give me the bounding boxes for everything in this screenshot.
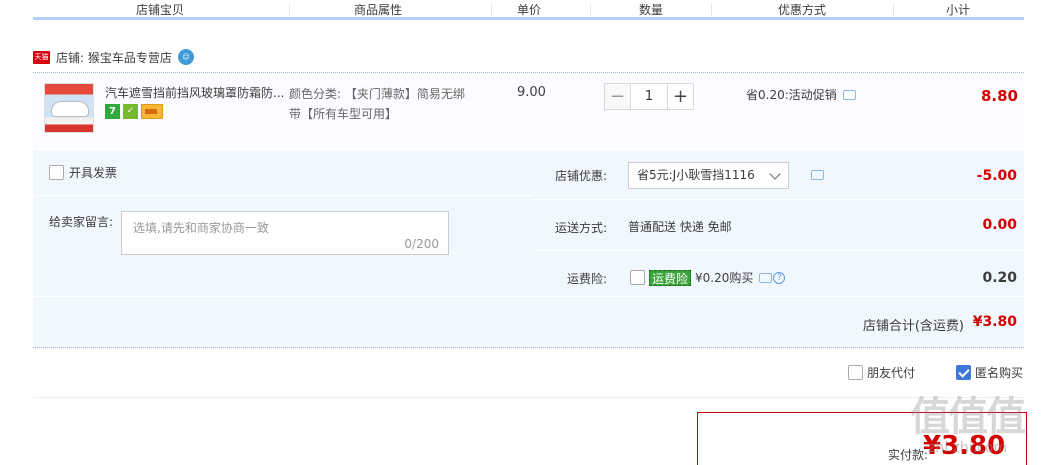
insurance-checkbox[interactable] (630, 270, 645, 285)
tmall-badge-icon: 天猫 (33, 50, 50, 64)
col-separator (491, 4, 492, 16)
increase-quantity-button[interactable]: + (667, 83, 694, 110)
col-props: 商品属性 (354, 3, 403, 17)
quantity-input[interactable] (631, 83, 667, 110)
shop-total-amount: ¥3.80 (972, 314, 1017, 330)
order-details-panel: 开具发票 给卖家留言: 选填,请先和商家协商一致 0/200 店铺优惠: 省5元… (33, 150, 1024, 348)
shipping-amount: 0.00 (982, 217, 1017, 233)
help-icon[interactable]: ? (773, 271, 786, 284)
shop-header: 天猫 店铺: 猴宝车品专营店 ☺ (33, 48, 194, 66)
product-thumbnail[interactable] (44, 83, 94, 133)
friend-pay-option[interactable]: 朋友代付 (848, 364, 915, 381)
product-properties: 颜色分类: 【夹门薄款】简易无绑 带【所有车型可用】 (289, 84, 475, 124)
shop-coupon-select[interactable]: 省5元:J小耿雪挡1116 (628, 162, 789, 189)
invoice-option[interactable]: 开具发票 (49, 164, 117, 181)
message-icon[interactable] (811, 170, 824, 180)
decrease-quantity-button[interactable]: − (604, 83, 631, 110)
row-divider (33, 195, 534, 196)
props-line: 带【所有车型可用】 (289, 107, 398, 121)
promotion: 省0.20:活动促销 (746, 86, 856, 103)
watermark-site: zhi.zhi.com (928, 440, 1008, 456)
col-subtotal: 小计 (946, 3, 971, 17)
insurance-option: 运费险 ¥0.20购买 ? (630, 269, 786, 286)
invoice-label: 开具发票 (69, 166, 118, 180)
watermark-logo: 值值值 (910, 394, 1026, 440)
insurance-tag: 运费险 (649, 269, 692, 286)
seven-day-return-icon: 7 (105, 104, 120, 119)
wangwang-chat-icon[interactable]: ☺ (177, 49, 194, 65)
promotion-text: 省0.20:活动促销 (746, 88, 837, 102)
anonymous-label: 匿名购买 (975, 366, 1024, 380)
section-divider (33, 397, 1024, 398)
coupon-selected-value: 省5元:J小耿雪挡1116 (637, 168, 755, 182)
row-divider (534, 199, 1024, 200)
message-icon[interactable] (842, 89, 856, 100)
seller-note-label: 给卖家留言: (49, 215, 114, 229)
credit-card-icon (141, 104, 163, 119)
car-image (51, 101, 89, 117)
col-separator (711, 4, 712, 16)
col-separator (893, 4, 894, 16)
insurance-price: ¥0.20购买 (695, 271, 754, 285)
friend-pay-label: 朋友代付 (867, 366, 916, 380)
props-line: 颜色分类: 【夹门薄款】简易无绑 (289, 87, 465, 101)
coupon-amount: -5.00 (976, 168, 1017, 184)
col-separator (590, 4, 591, 16)
cart-item-row: 汽车遮雪挡前挡风玻璃罩防霜防... 7 ✓ 颜色分类: 【夹门薄款】简易无绑 带… (33, 72, 1024, 148)
invoice-checkbox[interactable] (49, 165, 64, 180)
row-divider (534, 250, 1024, 251)
unit-price: 9.00 (517, 85, 546, 100)
cart-column-header: 店铺宝贝 商品属性 单价 数量 优惠方式 小计 (33, 0, 1024, 20)
row-divider (33, 296, 1024, 297)
shop-coupon-label: 店铺优惠: (554, 169, 607, 183)
shipping-label: 运送方式: (554, 221, 607, 235)
col-separator (289, 4, 290, 16)
col-promo: 优惠方式 (778, 3, 827, 17)
chevron-down-icon (769, 168, 781, 180)
shield-guarantee-icon: ✓ (123, 104, 138, 119)
shop-total-label: 店铺合计(含运费) (862, 319, 964, 334)
col-item: 店铺宝贝 (136, 3, 185, 17)
col-price: 单价 (517, 3, 542, 17)
product-title-link[interactable]: 汽车遮雪挡前挡风玻璃罩防霜防... (105, 84, 285, 101)
note-char-count: 0/200 (404, 237, 439, 251)
col-qty: 数量 (639, 3, 664, 17)
note-placeholder: 选填,请先和商家协商一致 (133, 221, 269, 235)
seller-note-textarea[interactable]: 选填,请先和商家协商一致 0/200 (121, 211, 449, 255)
shop-name-link[interactable]: 店铺: 猴宝车品专营店 (56, 49, 172, 66)
insurance-label: 运费险: (566, 272, 607, 286)
message-icon[interactable] (759, 272, 773, 283)
anonymous-checkbox[interactable] (956, 365, 971, 380)
quantity-stepper: − + (604, 83, 694, 110)
anonymous-purchase-option[interactable]: 匿名购买 (956, 364, 1023, 381)
service-badges: 7 ✓ (105, 104, 163, 119)
insurance-amount: 0.20 (982, 270, 1017, 286)
shipping-method: 普通配送 快递 免邮 (628, 220, 732, 234)
item-subtotal: 8.80 (980, 87, 1018, 105)
friend-pay-checkbox[interactable] (848, 365, 863, 380)
